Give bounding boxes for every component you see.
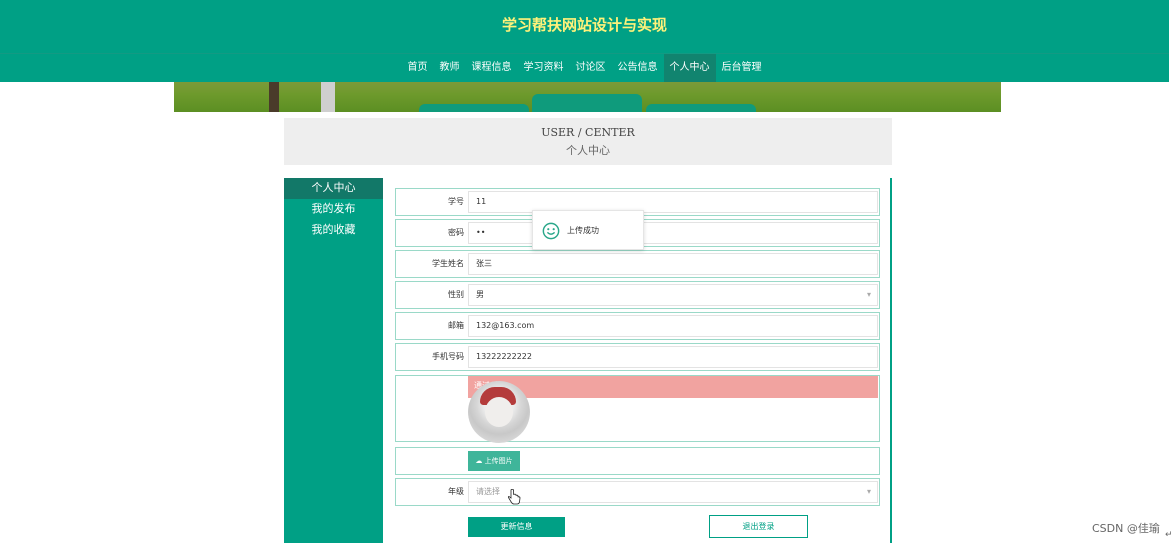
name-label: 学生姓名 bbox=[432, 259, 464, 268]
nav-item-admin[interactable]: 后台管理 bbox=[716, 54, 768, 82]
watermark: CSDN @佳瑜 bbox=[1092, 522, 1160, 535]
nav-item-notices[interactable]: 公告信息 bbox=[612, 54, 664, 82]
banner-tree-trunk bbox=[269, 82, 279, 112]
site-header: 学习帮扶网站设计与实现 首页 教师 课程信息 学习资料 讨论区 公告信息 个人中… bbox=[0, 0, 1169, 82]
phone-input[interactable]: 13222222222 bbox=[468, 346, 878, 368]
chevron-down-icon: ▾ bbox=[866, 487, 871, 496]
smile-icon bbox=[542, 222, 560, 240]
nav-item-forum[interactable]: 讨论区 bbox=[570, 54, 612, 82]
student-no-input[interactable]: 11 bbox=[468, 191, 878, 213]
grade-label: 年级 bbox=[448, 487, 464, 496]
avatar-overlay-bar: 通过后 bbox=[468, 376, 878, 398]
cloud-upload-icon: ☁ bbox=[475, 457, 483, 465]
logout-button[interactable]: 退出登录 bbox=[709, 515, 808, 538]
sidebar: 个人中心 我的发布 我的收藏 bbox=[284, 178, 383, 543]
gender-value: 男 bbox=[476, 290, 484, 299]
sidebar-item-my-posts[interactable]: 我的发布 bbox=[284, 199, 383, 220]
grade-select[interactable]: 请选择 ▾ bbox=[468, 481, 878, 503]
banner-tab-active bbox=[532, 94, 642, 112]
banner-tree-trunk-light bbox=[321, 82, 335, 112]
form-row-name: 学生姓名 张三 bbox=[395, 250, 880, 278]
form-row-avatar: 通过后 bbox=[395, 375, 880, 443]
user-center-header: USER / CENTER 个人中心 bbox=[284, 118, 892, 165]
form-row-phone: 手机号码 13222222222 bbox=[395, 343, 880, 371]
sidebar-item-profile[interactable]: 个人中心 bbox=[284, 178, 383, 199]
success-toast: 上传成功 bbox=[532, 210, 644, 250]
main-nav: 首页 教师 课程信息 学习资料 讨论区 公告信息 个人中心 后台管理 bbox=[0, 54, 1169, 82]
site-title: 学习帮扶网站设计与实现 bbox=[501, 16, 667, 34]
sidebar-item-my-favorites[interactable]: 我的收藏 bbox=[284, 220, 383, 241]
gender-select[interactable]: 男 ▾ bbox=[468, 284, 878, 306]
gender-label: 性别 bbox=[448, 290, 464, 299]
banner-image bbox=[174, 82, 1001, 112]
return-mark-icon: ↵ bbox=[1165, 530, 1173, 540]
form-row-gender: 性别 男 ▾ bbox=[395, 281, 880, 309]
nav-item-home[interactable]: 首页 bbox=[402, 54, 434, 82]
phone-label: 手机号码 bbox=[432, 352, 464, 361]
upload-image-button[interactable]: ☁ 上传图片 bbox=[468, 451, 520, 471]
avatar bbox=[468, 381, 530, 443]
form-row-grade: 年级 请选择 ▾ bbox=[395, 478, 880, 506]
email-input[interactable]: 132@163.com bbox=[468, 315, 878, 337]
avatar-face bbox=[485, 397, 513, 427]
chevron-down-icon: ▾ bbox=[866, 290, 871, 299]
password-input[interactable]: •• bbox=[468, 222, 878, 244]
hand-cursor-icon bbox=[507, 489, 521, 505]
student-no-label: 学号 bbox=[448, 197, 464, 206]
update-info-button[interactable]: 更新信息 bbox=[468, 517, 565, 537]
nav-item-user-center[interactable]: 个人中心 bbox=[663, 54, 716, 82]
user-center-title-en: USER / CENTER bbox=[541, 126, 635, 139]
upload-image-label: 上传图片 bbox=[484, 457, 513, 465]
banner-tab bbox=[419, 104, 529, 112]
user-center-title-zh: 个人中心 bbox=[566, 144, 610, 157]
nav-item-materials[interactable]: 学习资料 bbox=[518, 54, 570, 82]
grade-placeholder: 请选择 bbox=[476, 487, 500, 496]
nav-item-courses[interactable]: 课程信息 bbox=[466, 54, 518, 82]
password-label: 密码 bbox=[448, 228, 464, 237]
form-row-email: 邮箱 132@163.com bbox=[395, 312, 880, 340]
email-label: 邮箱 bbox=[448, 321, 464, 330]
banner-tab bbox=[646, 104, 756, 112]
toast-message: 上传成功 bbox=[567, 226, 599, 235]
name-input[interactable]: 张三 bbox=[468, 253, 878, 275]
nav-item-teachers[interactable]: 教师 bbox=[434, 54, 466, 82]
form-row-upload: ☁ 上传图片 bbox=[395, 447, 880, 475]
